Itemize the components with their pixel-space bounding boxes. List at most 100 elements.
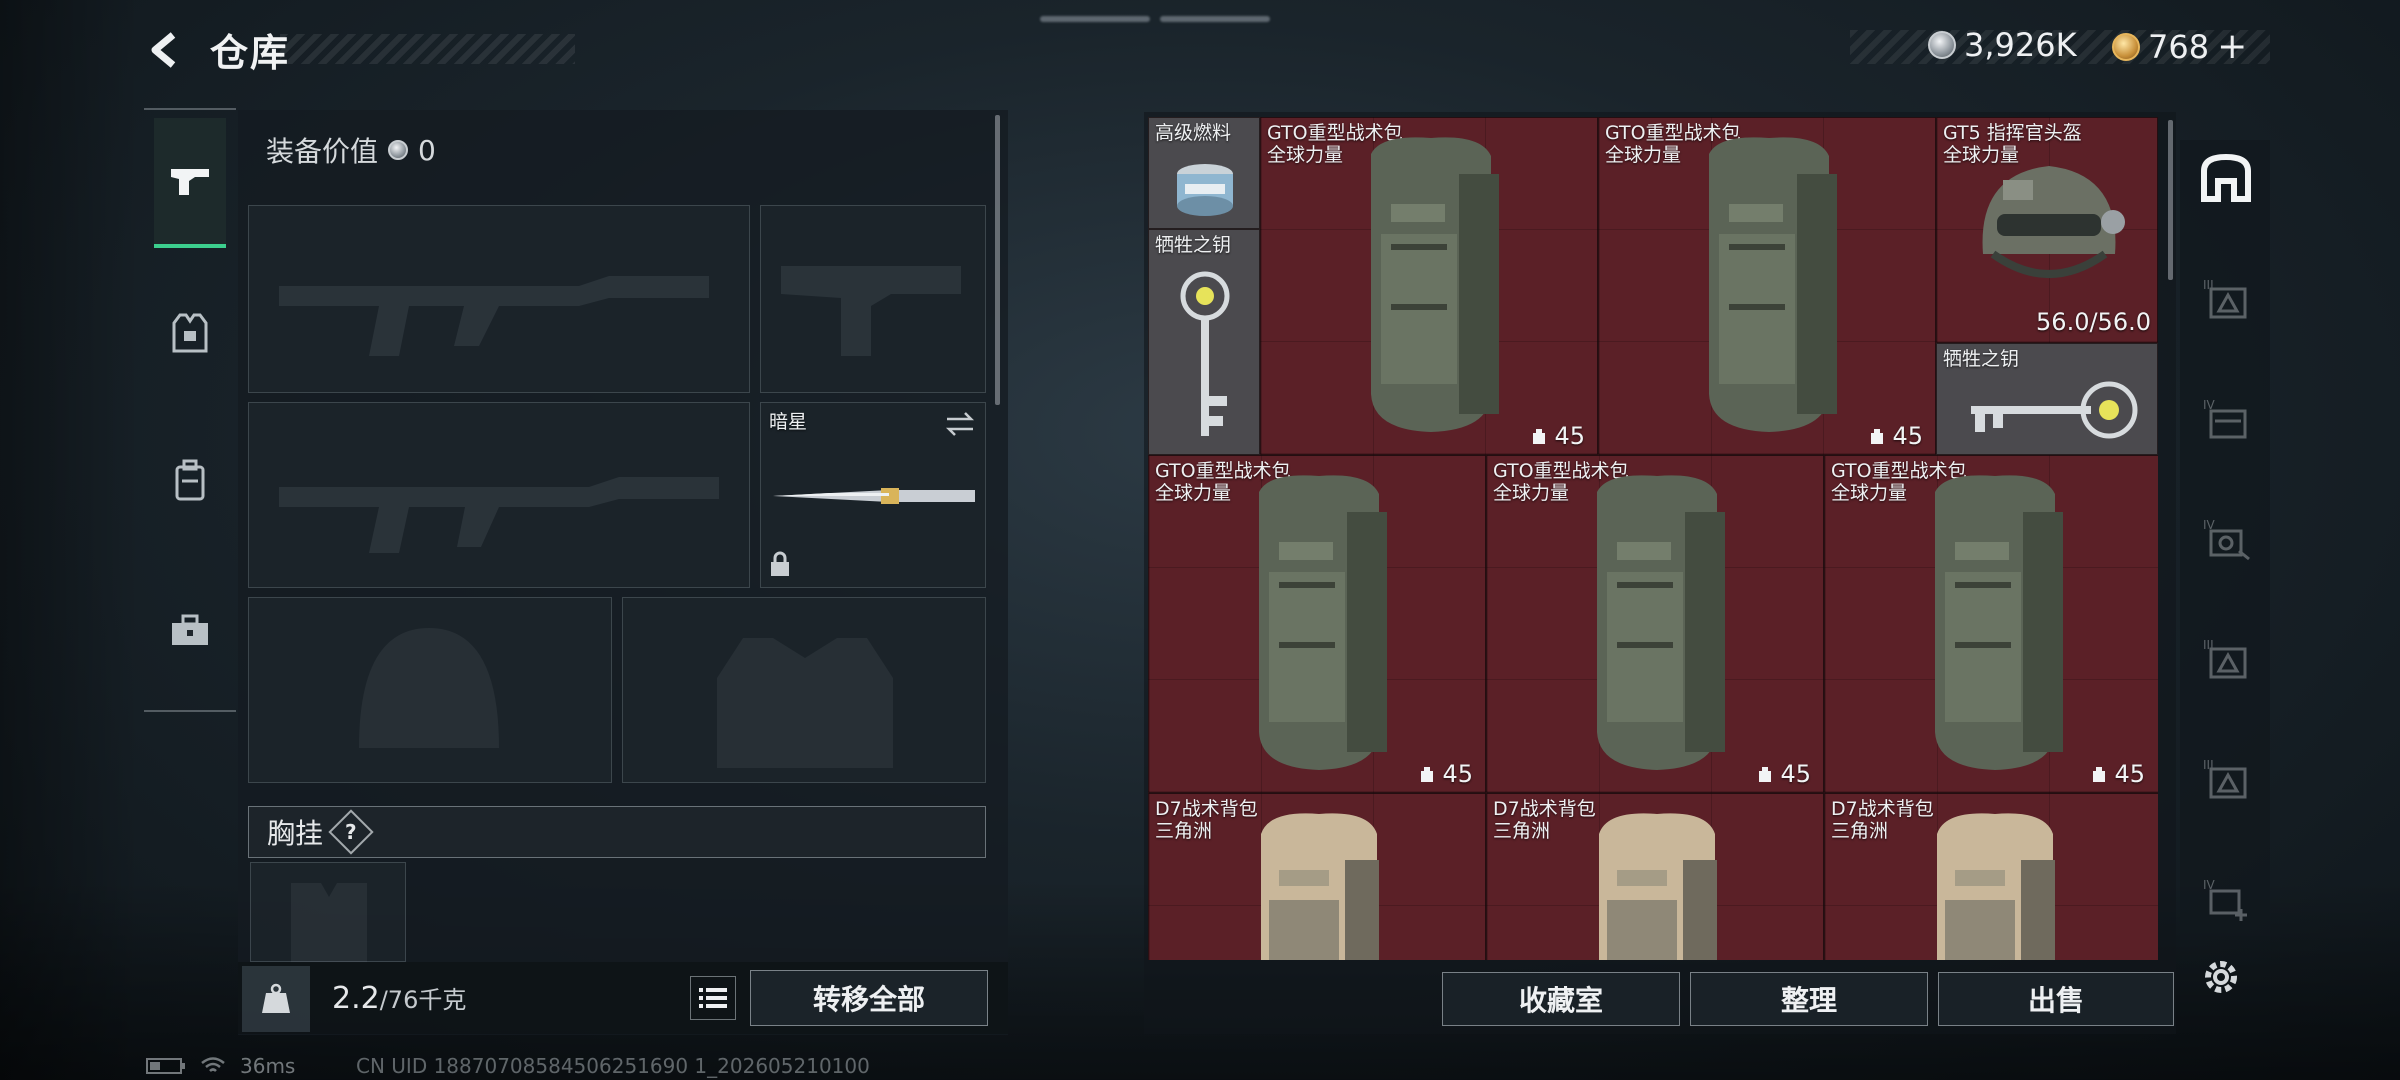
key-icon — [1971, 381, 2138, 439]
tab-backpack[interactable] — [154, 416, 226, 546]
equip-value-amount: 0 — [418, 133, 436, 167]
item-brand: 三角洲 — [1155, 820, 1213, 842]
capacity-icon — [2093, 767, 2106, 782]
item-brand: 全球力量 — [1267, 144, 1344, 166]
equip-value-label: 装备价值 — [266, 135, 379, 168]
gear-level-iv-icon: IV — [2203, 518, 2250, 561]
item-name: GT5 指挥官头盔 — [1943, 122, 2082, 144]
stash-item-sacrifice-key[interactable]: 牺牲之钥 — [1148, 229, 1260, 455]
transfer-all-button[interactable]: 转移全部 — [750, 970, 988, 1026]
silver-amount: 3,926K — [1964, 26, 2077, 64]
chest-rig-label: 胸挂 — [267, 817, 324, 850]
fuel-can-icon — [1177, 164, 1233, 216]
add-gold-icon[interactable]: + — [2217, 26, 2247, 67]
silver-coin-icon — [1928, 31, 1956, 59]
silver-coin-icon — [388, 140, 409, 160]
tab-armor[interactable] — [154, 268, 226, 398]
filter-tier-iii-armor-2[interactable]: III — [2188, 740, 2264, 816]
back-arrow-icon — [151, 32, 176, 68]
backpack-icon — [1259, 475, 1387, 770]
stash-item-gto-pack[interactable]: GTO重型战术包 全球力量 45 — [1824, 455, 2158, 793]
loadout-scrollbar[interactable] — [995, 115, 1000, 405]
durability: 56.0/56.0 — [2036, 308, 2151, 336]
gear-icon — [2205, 961, 2237, 993]
equip-value: 装备价值 0 — [266, 130, 436, 170]
help-mark: ? — [345, 819, 357, 844]
secondary-weapon-slot[interactable] — [248, 402, 750, 588]
toolbox-icon — [172, 614, 208, 645]
melee-slot[interactable]: 暗星 — [760, 402, 986, 588]
item-quantity: 45 — [1530, 422, 1585, 450]
stash-item-sacrifice-key[interactable]: 牺牲之钥 — [1936, 343, 2158, 455]
list-view-button[interactable] — [690, 976, 736, 1020]
stash-item-d7-pack[interactable]: D7战术背包 三角洲 — [1486, 793, 1824, 960]
stash-item-d7-pack[interactable]: D7战术背包 三角洲 — [1148, 793, 1486, 960]
filter-tier-iv-add[interactable]: IV — [2188, 860, 2264, 936]
settings-button[interactable] — [2196, 952, 2246, 1002]
title-hatch — [280, 34, 575, 64]
quantity-value: 45 — [1780, 760, 1811, 788]
stash-item-gto-pack[interactable]: GTO重型战术包 全球力量 45 — [1148, 455, 1486, 793]
list-icon — [699, 988, 727, 1008]
backpack-icon — [1937, 813, 2055, 960]
item-brand: 三角洲 — [1831, 820, 1889, 842]
stash-item-gto-pack[interactable]: GTO重型战术包 全球力量 45 — [1260, 117, 1598, 455]
battery-icon — [146, 1058, 185, 1074]
item-brand: 全球力量 — [1493, 482, 1570, 504]
helmet-silhouette-icon — [359, 628, 499, 748]
armor-slot[interactable] — [622, 597, 986, 783]
organize-button[interactable]: 整理 — [1690, 972, 1928, 1026]
backpack-icon — [1935, 475, 2063, 770]
add-level-iv-icon: IV — [2203, 878, 2247, 921]
quantity-value: 45 — [1442, 760, 1473, 788]
collection-room-button[interactable]: 收藏室 — [1442, 972, 1680, 1026]
stash-item-gto-pack[interactable]: GTO重型战术包 全球力量 45 — [1486, 455, 1824, 793]
filter-tier-iii-helmet[interactable]: III — [2188, 260, 2264, 336]
primary-weapon-slot[interactable] — [248, 205, 750, 393]
tab-weapons[interactable] — [154, 118, 226, 248]
weight-indicator — [242, 966, 310, 1032]
stash-grid: 高级燃料 GTO重型战术包 全球力量 45 GTO重型战术包 全球力量 45 G… — [1148, 117, 2158, 960]
tab-toolbox[interactable] — [154, 566, 226, 696]
pistol-slot[interactable] — [760, 205, 986, 393]
quantity-value: 45 — [1892, 422, 1923, 450]
item-quantity: 45 — [2090, 760, 2145, 788]
chest-rig-header: 胸挂 ? — [248, 806, 986, 858]
filter-tier-iii-armor[interactable]: III — [2188, 620, 2264, 696]
item-name: 牺牲之钥 — [1155, 234, 1232, 256]
gold-coin-icon — [2112, 32, 2140, 61]
item-brand: 全球力量 — [1831, 482, 1908, 504]
rifle-silhouette-icon — [279, 276, 709, 356]
ceiling-light — [1160, 16, 1270, 22]
gold-currency[interactable]: 768 + — [2112, 26, 2247, 67]
back-button[interactable] — [140, 26, 188, 74]
quantity-value: 45 — [1554, 422, 1585, 450]
swap-icon[interactable] — [945, 411, 975, 437]
filter-tier-iv-gear[interactable]: IV — [2188, 500, 2264, 576]
weight-current: 2.2 — [332, 981, 380, 1016]
stash-item-gto-pack[interactable]: GTO重型战术包 全球力量 45 — [1598, 117, 1936, 455]
filter-all[interactable] — [2188, 140, 2264, 216]
armor-level-iii-icon: III — [2203, 758, 2247, 799]
pistol-icon — [171, 169, 209, 195]
help-icon[interactable]: ? — [328, 809, 374, 855]
melee-name: 暗星 — [769, 411, 808, 433]
stash-item-fuel[interactable]: 高级燃料 — [1148, 117, 1260, 229]
stash-item-gt5-helmet[interactable]: GT5 指挥官头盔 全球力量 56.0/56.0 — [1936, 117, 2158, 343]
wifi-icon — [201, 1057, 225, 1072]
helmet-level-iii-icon: III — [2203, 278, 2247, 319]
helmet-slot[interactable] — [248, 597, 612, 783]
chest-rig-slot[interactable] — [250, 862, 406, 963]
item-brand: 全球力量 — [1605, 144, 1682, 166]
category-sidebar — [144, 108, 236, 712]
sell-button[interactable]: 出售 — [1938, 972, 2174, 1026]
page-title: 仓库 — [210, 31, 291, 75]
item-quantity: 45 — [1418, 760, 1473, 788]
backpack-icon — [1597, 475, 1725, 770]
stash-item-d7-pack[interactable]: D7战术背包 三角洲 — [1824, 793, 2158, 960]
item-quantity: 45 — [1868, 422, 1923, 450]
filter-tier-iv-folder[interactable]: IV — [2188, 380, 2264, 456]
weight-max: /76千克 — [379, 986, 467, 1014]
stash-scrollbar[interactable] — [2168, 120, 2173, 280]
backpack-icon — [1709, 137, 1837, 433]
